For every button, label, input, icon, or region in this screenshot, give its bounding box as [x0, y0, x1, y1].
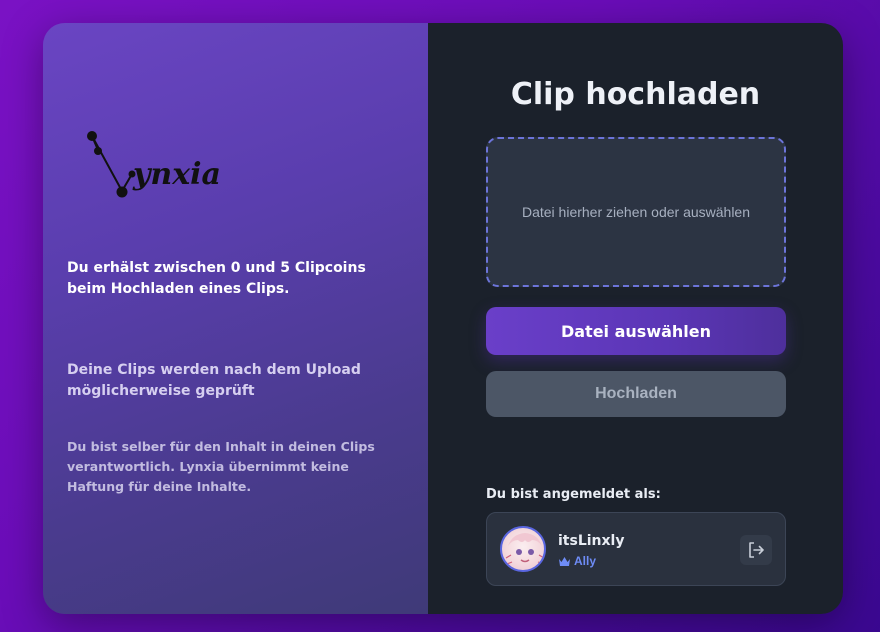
logout-icon — [749, 542, 764, 558]
user-card: itsLinxly Ally — [486, 512, 786, 586]
role-label: Ally — [574, 554, 597, 568]
responsibility-info: Du bist selber für den Inhalt in deinen … — [67, 439, 375, 494]
username: itsLinxly — [558, 533, 625, 549]
coins-info-part1: Du erhälst zwischen — [67, 260, 231, 276]
logo-text: ynxia — [132, 157, 221, 192]
upload-card: ynxia Du erhälst zwischen 0 und 5 Clipco… — [43, 23, 843, 614]
logout-button[interactable] — [740, 535, 772, 565]
role-badge: Ally — [558, 554, 596, 568]
coins-info: Du erhälst zwischen 0 und 5 Clipcoins be… — [67, 258, 397, 300]
logged-in-label: Du bist angemeldet als: — [486, 487, 661, 502]
avatar — [500, 526, 546, 572]
upload-panel: Clip hochladen Datei hierher ziehen oder… — [428, 23, 843, 614]
file-dropzone[interactable]: Datei hierher ziehen oder auswählen — [486, 137, 786, 287]
coins-min: 0 — [230, 260, 241, 276]
upload-button[interactable]: Hochladen — [486, 371, 786, 417]
select-file-button[interactable]: Datei auswählen — [486, 307, 786, 355]
lynxia-logo: ynxia — [83, 128, 253, 208]
coins-info-part2: und — [240, 260, 281, 276]
coins-max: 5 — [280, 260, 290, 276]
page-title: Clip hochladen — [510, 77, 761, 112]
crown-icon — [559, 556, 570, 566]
info-panel: ynxia Du erhälst zwischen 0 und 5 Clipco… — [43, 23, 428, 614]
review-info: Deine Clips werden nach dem Upload mögli… — [67, 362, 361, 399]
dropzone-text: Datei hierher ziehen oder auswählen — [521, 204, 751, 220]
avatar-image-icon — [505, 533, 544, 565]
logo-constellation-icon: ynxia — [87, 131, 221, 198]
